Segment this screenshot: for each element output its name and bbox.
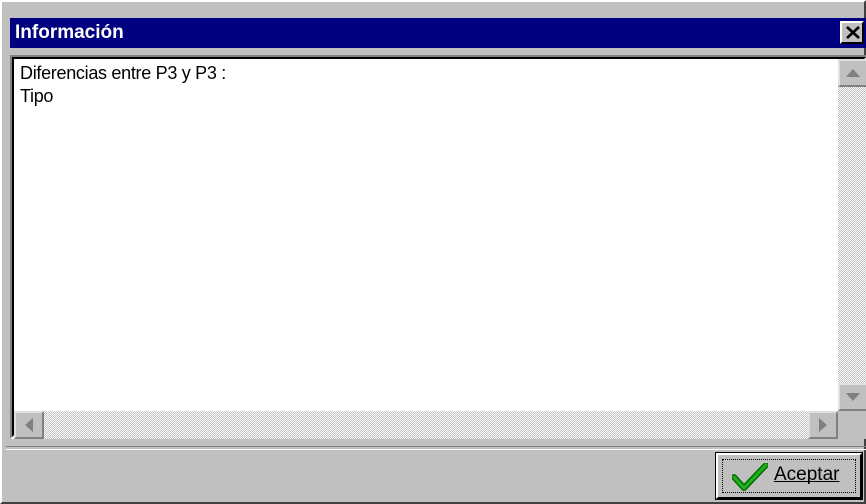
close-button[interactable] [840,21,864,44]
memo-line-differences: Diferencias entre P3 y P3 : [20,63,227,83]
accept-button-label: Aceptar [774,464,840,485]
vertical-scrollbar[interactable] [838,59,866,411]
arrow-left-icon [25,418,33,432]
window-title: Información [15,22,124,43]
horizontal-scrollbar[interactable] [14,411,838,439]
information-dialog: Información Diferencias entre P3 y P3 : … [0,0,866,504]
footer-divider [6,446,866,450]
memo-frame: Diferencias entre P3 y P3 : Tipo [12,57,866,439]
scroll-right-button[interactable] [808,411,838,439]
scroll-left-button[interactable] [14,411,44,439]
scroll-up-button[interactable] [838,59,866,87]
scrollbar-corner [838,411,866,439]
memo-line-type: Tipo [20,86,54,106]
title-bar[interactable]: Información [10,18,866,48]
close-icon [846,26,860,39]
memo-text-area[interactable]: Diferencias entre P3 y P3 : Tipo [14,59,838,411]
checkmark-icon [732,463,768,491]
arrow-down-icon [846,393,860,401]
scroll-down-button[interactable] [838,383,866,411]
arrow-up-icon [846,69,860,77]
arrow-right-icon [819,418,827,432]
accept-button[interactable]: Aceptar [715,452,863,500]
memo-box: Diferencias entre P3 y P3 : Tipo [10,55,866,439]
